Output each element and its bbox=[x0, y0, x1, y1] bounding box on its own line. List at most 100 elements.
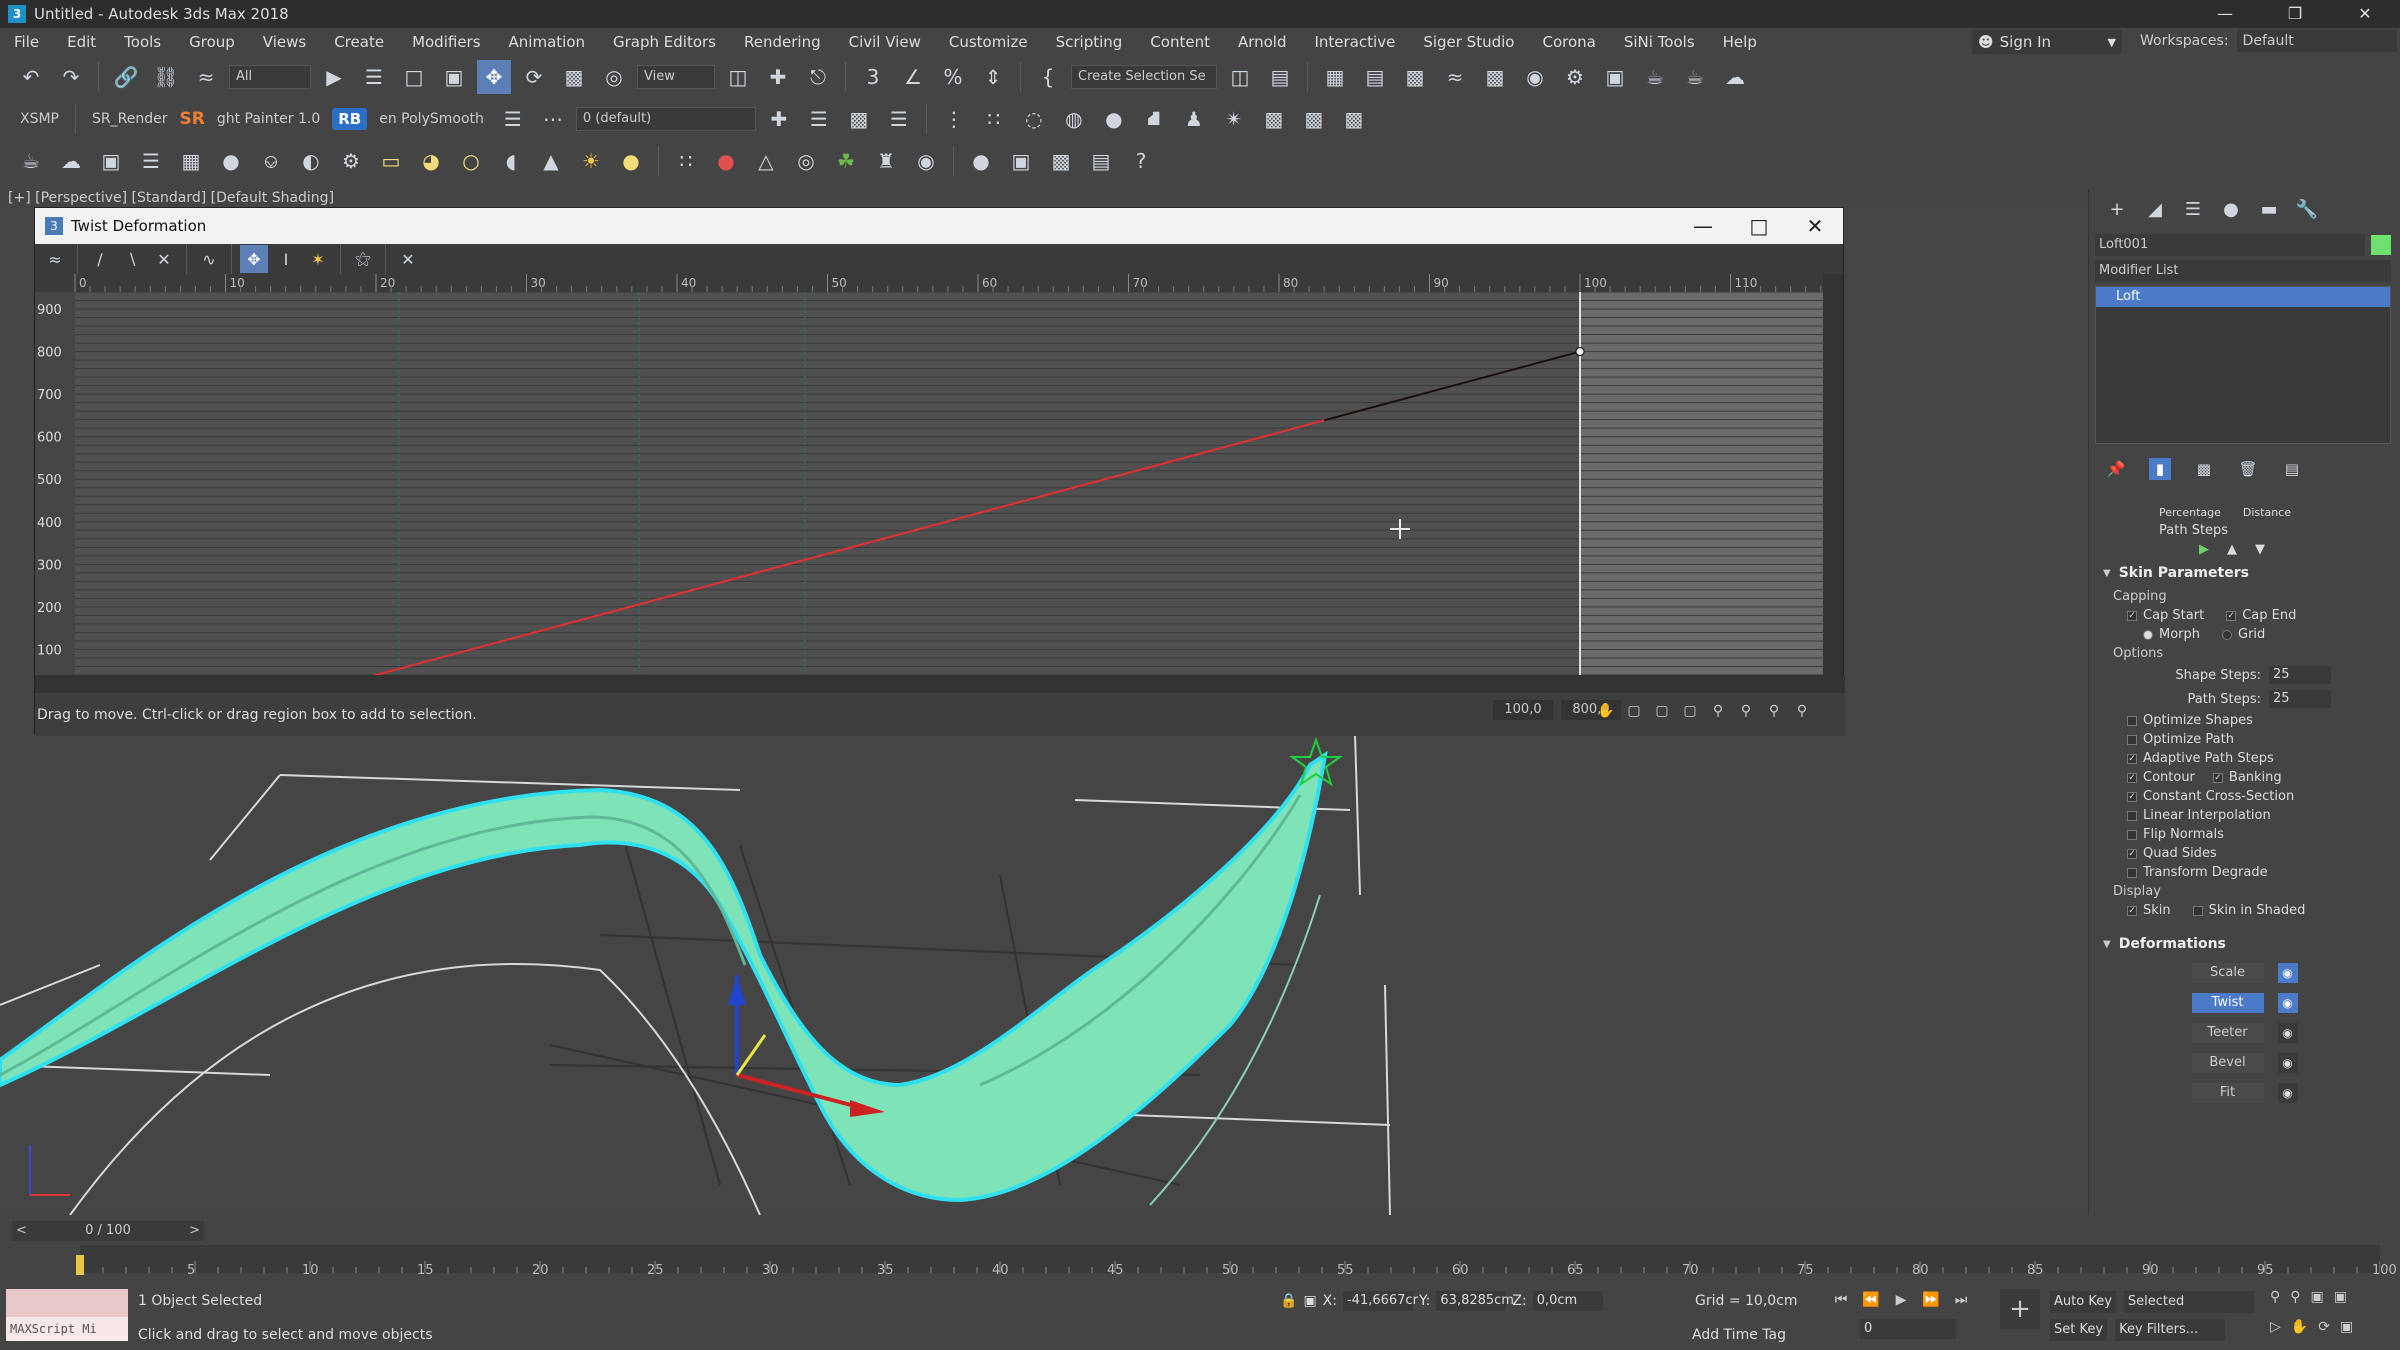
skin-parameters-rollout[interactable]: ▼ Skin Parameters bbox=[2099, 559, 2390, 587]
swap-curves-icon[interactable]: ∿ bbox=[195, 245, 223, 273]
skin-checkbox[interactable]: Skin bbox=[2143, 903, 2171, 918]
delete-control-point-icon[interactable]: ⚝ bbox=[349, 245, 377, 273]
menu-corona[interactable]: Corona bbox=[1528, 33, 1609, 51]
help-icon[interactable]: ? bbox=[1124, 144, 1158, 178]
field-of-view-icon[interactable]: ▷ bbox=[2270, 1319, 2281, 1335]
selection-filter[interactable]: All bbox=[229, 65, 311, 89]
create-selection-set[interactable]: Create Selection Se bbox=[1071, 65, 1217, 89]
workspaces-selector[interactable]: Workspaces: Default bbox=[2140, 30, 2397, 52]
redo-icon[interactable]: ↷ bbox=[54, 60, 88, 94]
plane-icon[interactable]: ▭ bbox=[374, 144, 408, 178]
option-checkbox[interactable]: Optimize Shapes bbox=[2099, 711, 2390, 730]
viewport-label[interactable]: [+] [Perspective] [Standard] [Default Sh… bbox=[8, 190, 334, 206]
polysmooth-button[interactable]: en PolySmooth bbox=[373, 111, 490, 127]
light-painter-button[interactable]: ght Painter 1.0 bbox=[211, 111, 326, 127]
configure-sets-icon[interactable]: ▤ bbox=[2281, 458, 2303, 480]
unlink-icon[interactable]: ⛓ bbox=[149, 60, 183, 94]
menu-customize[interactable]: Customize bbox=[935, 33, 1042, 51]
maximize-viewport-icon[interactable]: ▣ bbox=[2340, 1319, 2353, 1335]
add-time-tag-button[interactable]: Add Time Tag bbox=[1692, 1327, 1786, 1343]
object-name-field[interactable]: Loft001 bbox=[2095, 234, 2365, 256]
restore-button[interactable]: ❐ bbox=[2260, 0, 2330, 28]
window-crossing-icon[interactable]: ▣ bbox=[437, 60, 471, 94]
render-settings-icon[interactable]: ⚙ bbox=[334, 144, 368, 178]
zoom-icon[interactable]: ⚲ bbox=[1763, 700, 1785, 722]
sign-in-button[interactable]: ☻ Sign In ▼ bbox=[1972, 30, 2122, 54]
time-slider[interactable]: < 0 / 100 > bbox=[12, 1221, 204, 1241]
deformation-graph[interactable]: 900 800 700 600 500 400 300 200 100 bbox=[35, 292, 1825, 675]
render-cloud-icon[interactable]: ☁ bbox=[1718, 60, 1752, 94]
bevel-deformation-button[interactable]: Bevel bbox=[2191, 1053, 2264, 1073]
pan-icon[interactable]: ✋ bbox=[1595, 700, 1617, 722]
twist-toggle-icon[interactable]: ◉ bbox=[2277, 993, 2298, 1013]
table-icon[interactable]: ▦ bbox=[174, 144, 208, 178]
hide-icon[interactable]: ⋯ bbox=[536, 102, 570, 136]
material-editor-icon[interactable]: ◉ bbox=[1518, 60, 1552, 94]
mirror-icon[interactable]: ◫ bbox=[1223, 60, 1257, 94]
align-icon[interactable]: ▤ bbox=[1263, 60, 1297, 94]
twist-deformation-button[interactable]: Twist bbox=[2191, 993, 2264, 1013]
move-icon[interactable]: ✥ bbox=[477, 60, 511, 94]
layer-explorer-icon[interactable]: ▦ bbox=[1318, 60, 1352, 94]
render-iterative-icon[interactable]: ☕ bbox=[1678, 60, 1712, 94]
snap-3d-icon[interactable]: 3 bbox=[856, 60, 890, 94]
option-checkbox[interactable]: Linear Interpolation bbox=[2099, 806, 2390, 825]
scale-control-point-icon[interactable]: I bbox=[272, 245, 300, 273]
shape-steps-spinner[interactable]: 25 bbox=[2269, 666, 2331, 684]
zoom-horizontal-extents-icon[interactable]: ▢ bbox=[1651, 700, 1673, 722]
y-coordinate-field[interactable]: 63,8285cm bbox=[1436, 1291, 1514, 1311]
scatter-icon[interactable]: ∷ bbox=[669, 144, 703, 178]
percent-snap-icon[interactable]: % bbox=[936, 60, 970, 94]
option-checkbox[interactable]: Flip Normals bbox=[2099, 825, 2390, 844]
deformations-rollout[interactable]: ▼ Deformations bbox=[2099, 930, 2390, 958]
pan-view-icon[interactable]: ✋ bbox=[2291, 1319, 2308, 1335]
fit-toggle-icon[interactable]: ◉ bbox=[2277, 1083, 2298, 1103]
converter-icon[interactable]: ▤ bbox=[1084, 144, 1118, 178]
menu-sini-tools[interactable]: SiNi Tools bbox=[1610, 33, 1709, 51]
stack-item-loft[interactable]: Loft bbox=[2096, 287, 2390, 307]
time-marker[interactable] bbox=[76, 1255, 88, 1275]
list-icon[interactable]: ☰ bbox=[134, 144, 168, 178]
option-checkbox[interactable]: ✓ Adaptive Path Steps bbox=[2099, 749, 2390, 768]
render-setup-icon[interactable]: ⚙ bbox=[1558, 60, 1592, 94]
material-map-icon[interactable]: ▩ bbox=[1044, 144, 1078, 178]
add-to-layer-icon[interactable]: ☰ bbox=[802, 102, 836, 136]
array-icon[interactable]: ◍ bbox=[1057, 102, 1091, 136]
utilities-tab-icon[interactable]: 🔧 bbox=[2295, 198, 2319, 222]
tshirt-icon[interactable]: ⛘ bbox=[1137, 102, 1171, 136]
reference-coordinate-select[interactable]: View bbox=[637, 65, 715, 89]
sphere-icon[interactable]: ● bbox=[1097, 102, 1131, 136]
show-end-result-icon[interactable]: ▮ bbox=[2149, 458, 2171, 480]
dialog-close-button[interactable]: ✕ bbox=[1787, 208, 1843, 244]
manipulate-icon[interactable]: ✚ bbox=[761, 60, 795, 94]
cap-start-checkbox[interactable]: Cap Start bbox=[2143, 608, 2204, 623]
zoom-region-icon[interactable]: ⚲ bbox=[1791, 700, 1813, 722]
dialog-title-bar[interactable]: 3 Twist Deformation — □ ✕ bbox=[35, 208, 1843, 244]
play-icon[interactable]: ▶ bbox=[1890, 1289, 1912, 1311]
proxy-icon[interactable]: ● bbox=[709, 144, 743, 178]
lightbulb-icon[interactable]: ● bbox=[214, 144, 248, 178]
next-shape-icon[interactable]: ▼ bbox=[2255, 542, 2265, 557]
scale-icon[interactable]: ▩ bbox=[557, 60, 591, 94]
grass-icon[interactable]: ☘ bbox=[829, 144, 863, 178]
schematic-view-icon[interactable]: ▩ bbox=[1478, 60, 1512, 94]
skin-in-shaded-checkbox[interactable]: Skin in Shaded bbox=[2209, 903, 2306, 918]
zoom-horizontal-icon[interactable]: ⚲ bbox=[1707, 700, 1729, 722]
snap-options-icon[interactable]: ∷ bbox=[977, 102, 1011, 136]
z-coordinate-field[interactable]: 0,0cm bbox=[1532, 1291, 1603, 1311]
path-steps-spinner[interactable]: 25 bbox=[2269, 690, 2331, 708]
set-key-button[interactable]: Set Key bbox=[2050, 1319, 2108, 1341]
motion-tab-icon[interactable]: ● bbox=[2219, 198, 2243, 222]
menu-content[interactable]: Content bbox=[1136, 33, 1224, 51]
workspace-select[interactable]: Default bbox=[2236, 30, 2397, 52]
set-key-big-icon[interactable]: + bbox=[2000, 1289, 2040, 1329]
bind-spacewarp-icon[interactable]: ≈ bbox=[189, 60, 223, 94]
move-control-point-icon[interactable]: ✥ bbox=[240, 245, 268, 273]
menu-group[interactable]: Group bbox=[175, 33, 249, 51]
morph-radio[interactable]: Morph bbox=[2159, 627, 2200, 642]
teeter-deformation-button[interactable]: Teeter bbox=[2191, 1023, 2264, 1043]
maxscript-mini-listener[interactable]: MAXScript Mi bbox=[6, 1317, 128, 1341]
prev-shape-icon[interactable]: ▲ bbox=[2227, 542, 2237, 557]
zoom-extents-all-icon[interactable]: ▣ bbox=[2334, 1289, 2347, 1305]
menu-graph-editors[interactable]: Graph Editors bbox=[599, 33, 730, 51]
